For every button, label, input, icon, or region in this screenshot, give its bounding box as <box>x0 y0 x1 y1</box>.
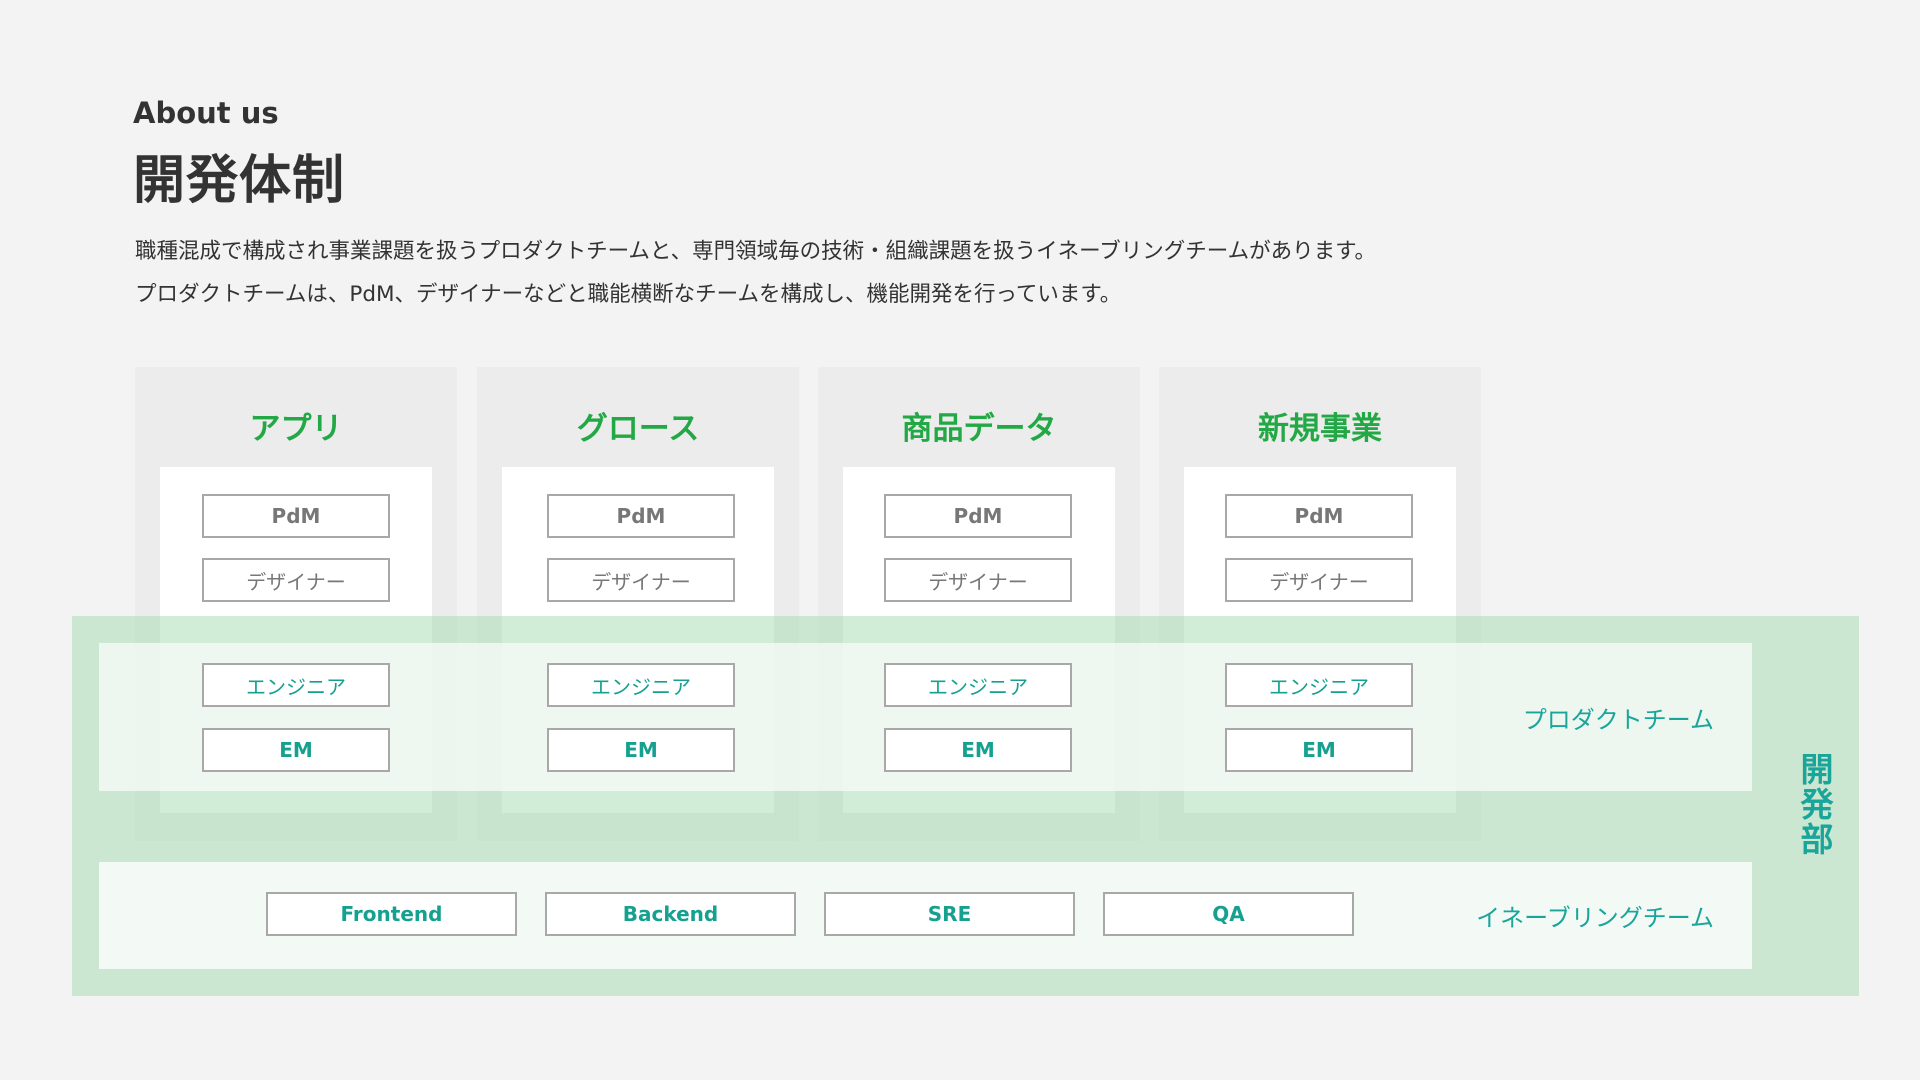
role-box-pdm: PdM <box>1225 494 1413 538</box>
role-box-pdm: PdM <box>884 494 1072 538</box>
role-box-designer: デザイナー <box>547 558 735 602</box>
role-box-designer: デザイナー <box>202 558 390 602</box>
role-box-em: EM <box>884 728 1072 772</box>
role-box-designer: デザイナー <box>1225 558 1413 602</box>
enabling-team-label: イネーブリングチーム <box>1476 904 1714 932</box>
product-column-title: アプリ <box>249 411 343 447</box>
role-box-designer: デザイナー <box>884 558 1072 602</box>
enabling-team-box-sre: SRE <box>824 892 1075 936</box>
role-box-engineer: エンジニア <box>1225 663 1413 707</box>
enabling-team-box-frontend: Frontend <box>266 892 517 936</box>
role-box-pdm: PdM <box>547 494 735 538</box>
role-box-engineer: エンジニア <box>202 663 390 707</box>
product-column-title: 新規事業 <box>1258 411 1382 447</box>
role-box-em: EM <box>1225 728 1413 772</box>
enabling-team-box-backend: Backend <box>545 892 796 936</box>
role-box-engineer: エンジニア <box>884 663 1072 707</box>
role-box-em: EM <box>202 728 390 772</box>
role-box-em: EM <box>547 728 735 772</box>
product-team-label: プロダクトチーム <box>1522 706 1714 734</box>
description-line: 職種混成で構成され事業課題を扱うプロダクトチームと、専門領域毎の技術・組織課題を… <box>135 239 1376 264</box>
product-column-title: 商品データ <box>901 411 1057 447</box>
product-column-title: グロース <box>576 411 700 447</box>
page-title: 開発体制 <box>133 151 346 211</box>
department-label: 開発部 <box>1795 752 1834 857</box>
description-line: プロダクトチームは、PdM、デザイナーなどと職能横断なチームを構成し、機能開発を… <box>135 282 1122 307</box>
slide: About us 開発体制 職種混成で構成され事業課題を扱うプロダクトチームと、… <box>0 0 1920 1080</box>
role-box-engineer: エンジニア <box>547 663 735 707</box>
description: 職種混成で構成され事業課題を扱うプロダクトチームと、専門領域毎の技術・組織課題を… <box>135 230 1376 316</box>
enabling-team-box-qa: QA <box>1103 892 1354 936</box>
eyebrow-label: About us <box>133 96 279 130</box>
role-box-pdm: PdM <box>202 494 390 538</box>
